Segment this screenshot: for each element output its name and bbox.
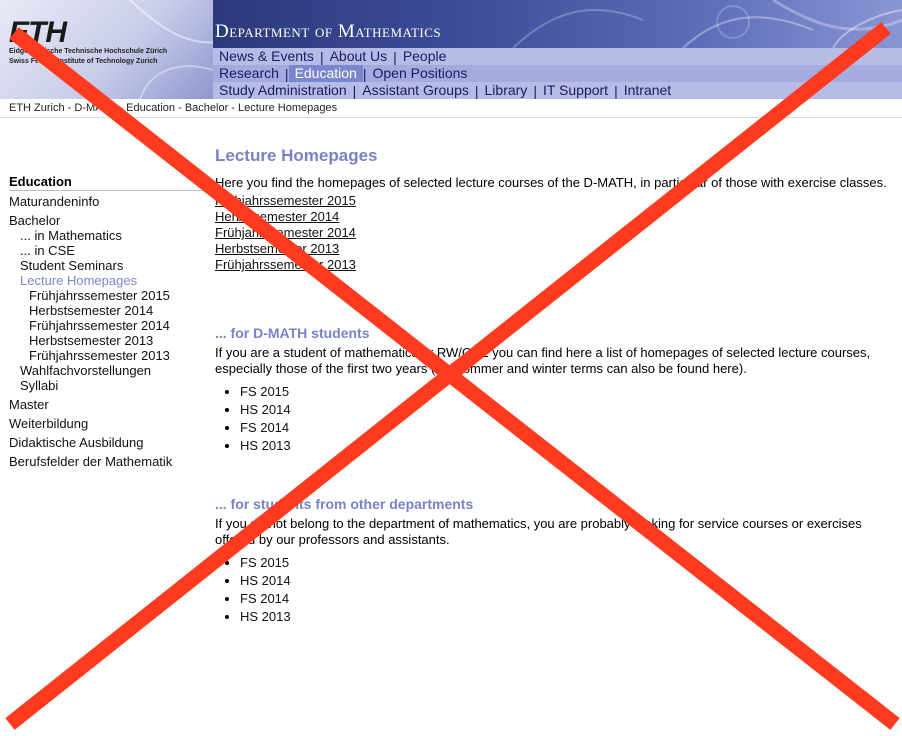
- nav-item-news-events[interactable]: News & Events: [213, 48, 320, 65]
- sidebar-heading: Education: [9, 174, 204, 191]
- sidebar-item-syllabi[interactable]: Syllabi: [9, 378, 204, 393]
- term-link[interactable]: Frühjahrssemester 2013: [215, 257, 890, 273]
- nav-item-it-support[interactable]: IT Support: [537, 82, 614, 99]
- nav-row-2: Research | Education | Open Positions: [213, 65, 902, 82]
- nav-item-about-us[interactable]: About Us: [324, 48, 394, 65]
- eth-name-english: Swiss Federal Institute of Technology Zu…: [9, 58, 158, 65]
- list-item: HS 2013: [240, 437, 890, 455]
- sidebar-item-weiterbildung[interactable]: Weiterbildung: [9, 416, 204, 431]
- semester-link[interactable]: FS 2014: [240, 420, 289, 435]
- dmath-section-text: If you are a student of mathematics or R…: [215, 345, 871, 376]
- sidebar-item-in-cse[interactable]: ... in CSE: [9, 243, 204, 258]
- semester-link[interactable]: FS 2014: [240, 591, 289, 606]
- dmath-section-heading: ... for D-MATH students: [215, 325, 370, 341]
- nav-item-people[interactable]: People: [397, 48, 453, 65]
- other-section-heading: ... for students from other departments: [215, 496, 474, 512]
- list-item: HS 2013: [240, 608, 890, 626]
- eth-name-german: Eidgenössische Technische Hochschule Zür…: [9, 48, 168, 55]
- semester-link[interactable]: HS 2013: [240, 438, 291, 453]
- list-item: HS 2014: [240, 572, 890, 590]
- eth-wordmark: ETH: [9, 16, 67, 49]
- sidebar-item-fr-hjahrssemester-2013[interactable]: Frühjahrssemester 2013: [9, 348, 204, 363]
- list-item: FS 2014: [240, 590, 890, 608]
- sidebar: Education Maturandeninfo Bachelor... in M…: [9, 174, 204, 469]
- list-item: HS 2014: [240, 401, 890, 419]
- nav-item-education[interactable]: Education: [288, 65, 363, 82]
- other-semester-list: FS 2015 HS 2014 FS 2014 HS 2013: [215, 554, 890, 626]
- dmath-semester-list: FS 2015 HS 2014 FS 2014 HS 2013: [215, 383, 890, 455]
- nav-item-intranet[interactable]: Intranet: [618, 82, 677, 99]
- sidebar-item-master[interactable]: Master: [9, 397, 204, 412]
- nav-item-study-administration[interactable]: Study Administration: [213, 82, 353, 99]
- term-link[interactable]: Frühjahrssemester 2014: [215, 225, 890, 241]
- breadcrumb[interactable]: ETH Zurich - D-MATH - Education - Bachel…: [9, 102, 337, 114]
- semester-link[interactable]: FS 2015: [240, 384, 289, 399]
- sidebar-item-herbstsemester-2013[interactable]: Herbstsemester 2013: [9, 333, 204, 348]
- semester-link[interactable]: HS 2014: [240, 402, 291, 417]
- intro-text: Here you find the homepages of selected …: [215, 175, 887, 190]
- term-link[interactable]: Herbstsemester 2014: [215, 209, 890, 225]
- other-section-text: If you do not belong to the department o…: [215, 516, 862, 547]
- nav-row-3: Study Administration | Assistant Groups | Li…: [213, 82, 902, 99]
- sidebar-item-fr-hjahrssemester-2015[interactable]: Frühjahrssemester 2015: [9, 288, 204, 303]
- nav-item-library[interactable]: Library: [479, 82, 534, 99]
- term-link[interactable]: Herbstsemester 2013: [215, 241, 890, 257]
- sidebar-item-fr-hjahrssemester-2014[interactable]: Frühjahrssemester 2014: [9, 318, 204, 333]
- sidebar-item-berufsfelder-der-mathematik[interactable]: Berufsfelder der Mathematik: [9, 454, 204, 469]
- list-item: FS 2014: [240, 419, 890, 437]
- site-header: ETH Eidgenössische Technische Hochschule…: [0, 0, 902, 99]
- sidebar-item-in-mathematics[interactable]: ... in Mathematics: [9, 228, 204, 243]
- eth-logo[interactable]: ETH Eidgenössische Technische Hochschule…: [0, 0, 213, 99]
- sidebar-item-student-seminars[interactable]: Student Seminars: [9, 258, 204, 273]
- nav-item-assistant-groups[interactable]: Assistant Groups: [356, 82, 475, 99]
- semester-link[interactable]: HS 2014: [240, 573, 291, 588]
- sidebar-item-maturandeninfo[interactable]: Maturandeninfo: [9, 194, 204, 209]
- sidebar-item-bachelor[interactable]: Bachelor: [9, 213, 204, 228]
- term-link-list: Frühjahrssemester 2015 Herbstsemester 201…: [215, 193, 890, 273]
- sidebar-item-herbstsemester-2014[interactable]: Herbstsemester 2014: [9, 303, 204, 318]
- nav-item-research[interactable]: Research: [213, 65, 285, 82]
- sidebar-item-wahlfachvorstellungen[interactable]: Wahlfachvorstellungen: [9, 363, 204, 378]
- sidebar-item-lecture-homepages[interactable]: Lecture Homepages: [9, 273, 204, 288]
- department-banner: Department of Mathematics: [213, 0, 902, 48]
- list-item: FS 2015: [240, 554, 890, 572]
- sidebar-list: Maturandeninfo Bachelor... in Mathematics…: [9, 194, 204, 469]
- nav-item-open-positions[interactable]: Open Positions: [366, 65, 473, 82]
- breadcrumb-divider: [0, 117, 902, 118]
- list-item: FS 2015: [240, 383, 890, 401]
- term-link[interactable]: Frühjahrssemester 2015: [215, 193, 890, 209]
- nav-row-1: News & Events | About Us | People: [213, 48, 902, 65]
- main-content: Lecture Homepages Here you find the home…: [215, 146, 890, 626]
- page-title: Lecture Homepages: [215, 146, 378, 165]
- department-title: Department of Mathematics: [215, 21, 442, 42]
- sidebar-item-didaktische-ausbildung[interactable]: Didaktische Ausbildung: [9, 435, 204, 450]
- semester-link[interactable]: FS 2015: [240, 555, 289, 570]
- semester-link[interactable]: HS 2013: [240, 609, 291, 624]
